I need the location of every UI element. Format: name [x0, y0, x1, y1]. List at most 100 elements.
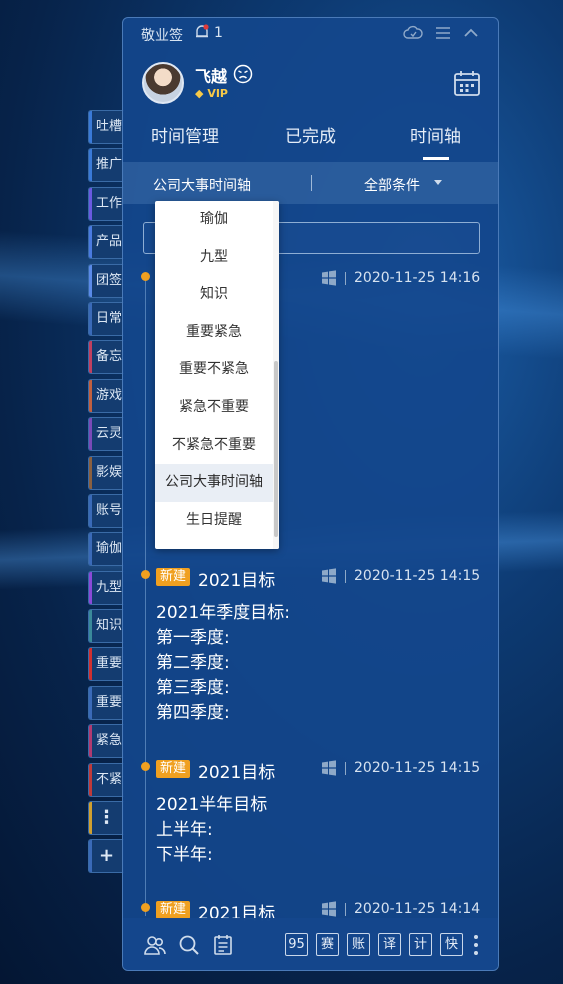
caret-down-icon[interactable]	[434, 180, 442, 185]
divider	[311, 175, 312, 191]
side-tab-color-flag	[89, 456, 92, 489]
side-tab[interactable]: 账号	[88, 493, 124, 528]
side-tab[interactable]: 重要	[88, 647, 124, 682]
timeline-dot	[141, 272, 150, 281]
side-tab[interactable]: 瑜伽	[88, 532, 124, 567]
entry-timestamp: 2020-11-25 14:14	[354, 901, 481, 917]
dropdown-scrollbar-thumb[interactable]	[274, 361, 278, 537]
side-tab[interactable]: 产品	[88, 225, 124, 260]
dropdown-option[interactable]: 公司大事时间轴	[155, 464, 273, 502]
dropdown-option[interactable]: 不紧急不重要	[155, 427, 273, 465]
side-tab-color-flag	[89, 379, 92, 412]
search-icon[interactable]	[177, 933, 201, 957]
entry-body-line: 2021年季度目标:	[156, 603, 290, 623]
timeline-line	[145, 276, 146, 916]
side-tab[interactable]: ⋮	[88, 801, 124, 836]
username: 飞越	[195, 67, 228, 86]
new-badge: 新建	[156, 760, 191, 778]
dropdown-option[interactable]: 重要不紧急	[155, 351, 273, 389]
divider	[345, 903, 346, 916]
diamond-icon: ◆	[195, 87, 204, 100]
side-tab[interactable]: +	[88, 839, 124, 874]
category-filter[interactable]: 公司大事时间轴	[153, 175, 251, 195]
side-tab-label: 知识	[96, 618, 123, 634]
side-tab-label: +	[98, 845, 115, 867]
side-tab[interactable]: 云灵	[88, 417, 124, 452]
vip-badge: ◆ VIP	[195, 87, 228, 100]
side-tab-color-flag	[89, 187, 92, 220]
dropdown-option[interactable]: 重要紧急	[155, 314, 273, 352]
side-tab-color-flag	[89, 226, 92, 259]
dropdown-option[interactable]: 九型	[155, 239, 273, 277]
side-tab-label: 账号	[96, 502, 123, 518]
side-tab-label: 团签	[96, 272, 123, 288]
new-badge: 新建	[156, 901, 191, 919]
angry-face-icon	[233, 64, 253, 84]
side-tab-label: 瑜伽	[96, 541, 123, 557]
notes-icon[interactable]	[211, 933, 235, 957]
avatar[interactable]	[142, 62, 184, 104]
side-tab-color-flag	[89, 302, 92, 335]
side-tab[interactable]: 日常	[88, 301, 124, 336]
condition-filter[interactable]: 全部条件	[364, 175, 420, 195]
side-tab-label: 日常	[96, 310, 123, 326]
tab-completed[interactable]: 已完成	[285, 122, 336, 147]
timeline-dot	[141, 762, 150, 771]
side-tab[interactable]: 重要	[88, 685, 124, 720]
side-tab-label: ⋮	[97, 807, 116, 829]
divider	[345, 570, 346, 583]
side-tab[interactable]: 工作	[88, 186, 124, 221]
side-tab-label: 紧急	[96, 733, 123, 749]
side-tab[interactable]: 影娱	[88, 455, 124, 490]
side-tab[interactable]: 不紧	[88, 762, 124, 797]
side-tab-label: 游戏	[96, 387, 123, 403]
side-tab-color-flag	[89, 686, 92, 719]
dropdown-option[interactable]: 紧急不重要	[155, 389, 273, 427]
side-tab[interactable]: 备忘	[88, 340, 124, 375]
calendar-icon[interactable]	[453, 69, 481, 97]
side-tab-label: 不紧	[96, 771, 123, 787]
entry-title: 2021目标	[198, 571, 276, 591]
entry-body-line: 第四季度:	[156, 703, 230, 723]
entry-body-line: 第二季度:	[156, 653, 230, 673]
tab-timeline[interactable]: 时间轴	[410, 122, 461, 147]
tool-button[interactable]: 快	[440, 933, 463, 956]
tool-button[interactable]: 账	[347, 933, 370, 956]
entry-body-line: 上半年:	[156, 820, 213, 840]
contacts-icon[interactable]	[143, 933, 167, 957]
timeline-dot	[141, 570, 150, 579]
cloud-icon[interactable]	[403, 23, 423, 43]
entry-timestamp: 2020-11-25 14:15	[354, 568, 481, 584]
entry-body: 2021年季度目标: 第一季度: 第二季度: 第三季度: 第四季度:	[156, 601, 290, 726]
chevron-up-icon[interactable]	[461, 23, 481, 43]
bell-icon[interactable]	[193, 23, 211, 41]
more-vertical-icon[interactable]	[473, 934, 479, 956]
tool-button[interactable]: 译	[378, 933, 401, 956]
side-tab[interactable]: 游戏	[88, 378, 124, 413]
tool-button[interactable]: 赛	[316, 933, 339, 956]
windows-icon	[322, 270, 336, 286]
side-tab[interactable]: 九型	[88, 570, 124, 605]
side-tab[interactable]: 推广	[88, 148, 124, 183]
tab-time-management[interactable]: 时间管理	[151, 122, 219, 147]
view-tabs: 时间管理 已完成 时间轴	[123, 118, 498, 158]
side-tab-label: 重要	[96, 694, 123, 710]
tool-button[interactable]: 95	[285, 933, 308, 956]
side-tab-label: 影娱	[96, 464, 123, 480]
tool-button[interactable]: 计	[409, 933, 432, 956]
side-tab-label: 九型	[96, 579, 123, 595]
side-tab[interactable]: 知识	[88, 609, 124, 644]
menu-icon[interactable]	[433, 23, 453, 43]
side-tab[interactable]: 吐槽	[88, 110, 124, 144]
dropdown-option[interactable]: 瑜伽	[155, 201, 273, 239]
side-tab-color-flag	[89, 418, 92, 451]
side-tab[interactable]: 团签	[88, 263, 124, 298]
side-tab-label: 吐槽	[96, 119, 123, 134]
side-tab-color-flag	[89, 264, 92, 297]
entry-timestamp: 2020-11-25 14:15	[354, 760, 481, 776]
side-tab-color-flag	[89, 111, 92, 143]
dropdown-option[interactable]: 知识	[155, 276, 273, 314]
dropdown-option[interactable]: 生日提醒	[155, 502, 273, 540]
side-tab-color-flag	[89, 802, 92, 835]
side-tab[interactable]: 紧急	[88, 724, 124, 759]
